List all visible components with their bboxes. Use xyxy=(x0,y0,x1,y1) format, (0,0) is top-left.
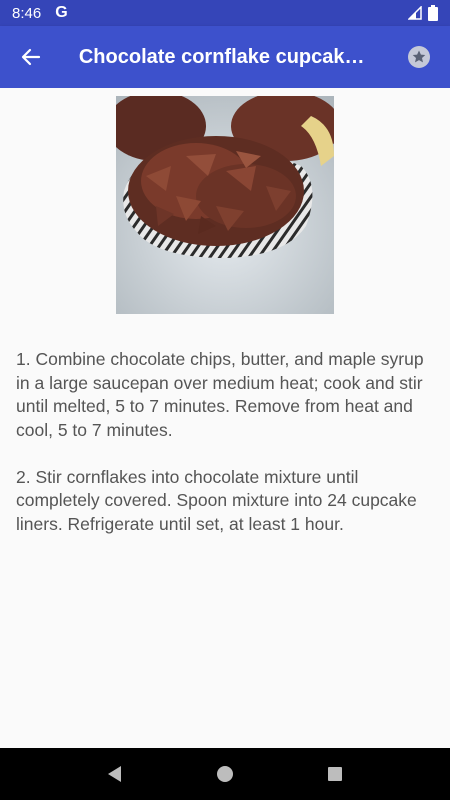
battery-icon xyxy=(428,5,438,21)
recipe-step: 2. Stir cornflakes into chocolate mixtur… xyxy=(16,466,417,534)
nav-recents-icon xyxy=(328,767,342,781)
recipe-image xyxy=(116,96,334,314)
star-icon xyxy=(408,46,431,68)
nav-back-button[interactable] xyxy=(95,754,135,794)
recipe-content: 1. Combine chocolate chips, butter, and … xyxy=(0,88,450,748)
recipe-step: 1. Combine chocolate chips, butter, and … xyxy=(16,349,424,440)
nav-back-icon xyxy=(108,766,121,782)
signal-icon xyxy=(408,6,422,20)
arrow-back-icon xyxy=(21,48,41,66)
app-bar: Chocolate cornflake cupcak… xyxy=(0,26,450,88)
back-button[interactable] xyxy=(0,26,62,88)
google-g-icon: G xyxy=(55,4,68,21)
status-icons xyxy=(408,5,438,21)
status-time: 8:46 xyxy=(12,4,42,22)
favorite-button[interactable] xyxy=(388,26,450,88)
page-title: Chocolate cornflake cupcak… xyxy=(78,45,365,68)
nav-recents-button[interactable] xyxy=(315,754,355,794)
chocolate-cornflake-cupcakes-photo xyxy=(116,96,334,314)
status-bar: 8:46 G xyxy=(0,0,450,26)
navigation-bar xyxy=(0,748,450,800)
nav-home-icon xyxy=(217,766,233,782)
nav-home-button[interactable] xyxy=(205,754,245,794)
recipe-instructions: 1. Combine chocolate chips, butter, and … xyxy=(16,348,426,560)
